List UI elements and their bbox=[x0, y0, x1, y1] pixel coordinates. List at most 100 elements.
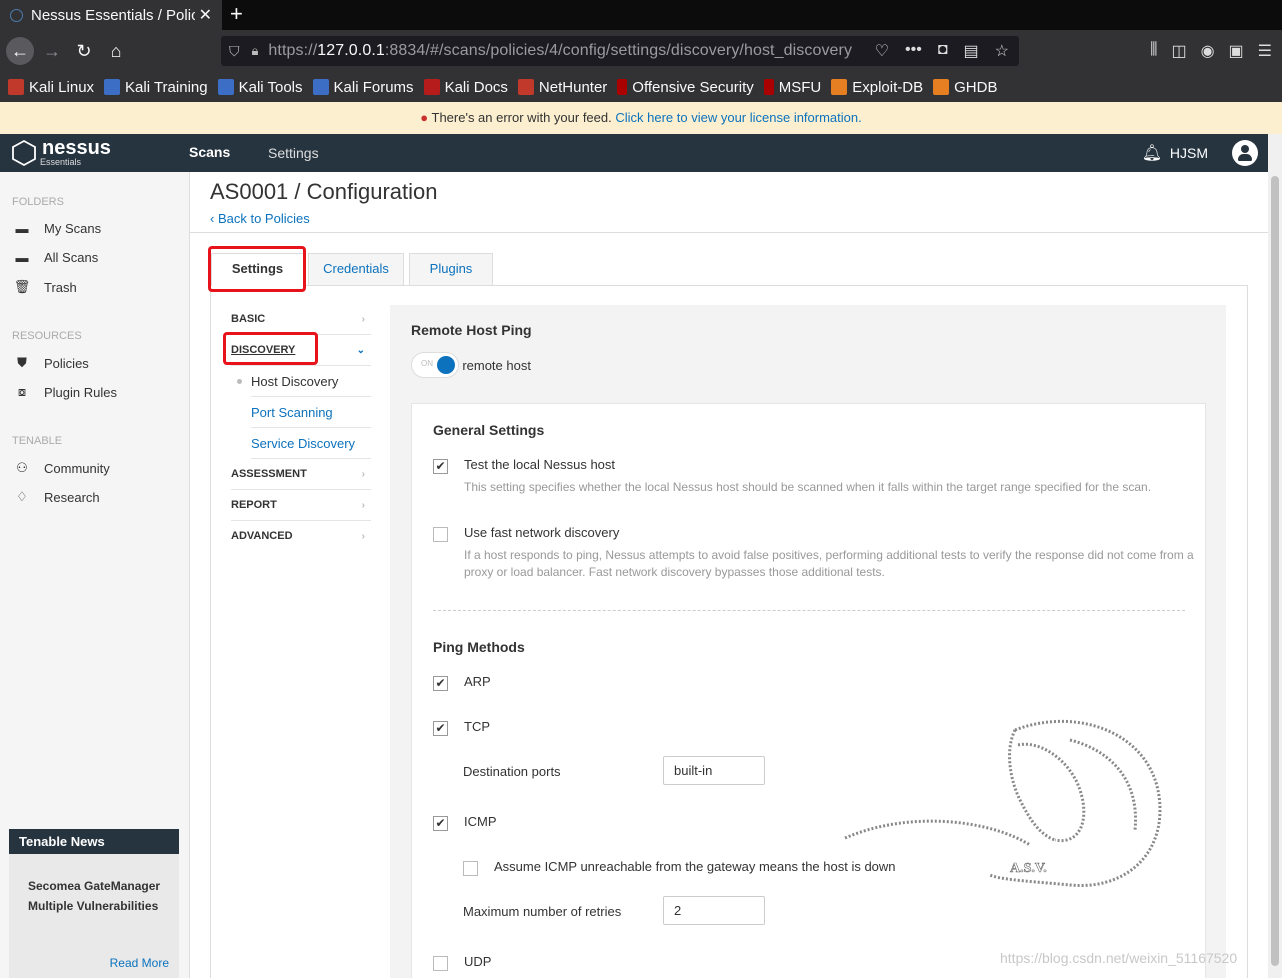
sidebar-item-community[interactable]: ⚇ Community bbox=[12, 460, 110, 476]
menu-service-discovery[interactable]: Service Discovery bbox=[251, 428, 371, 459]
nessus-logo[interactable]: nessus Essentials bbox=[10, 138, 111, 167]
new-tab-icon[interactable]: + bbox=[230, 0, 243, 28]
discovery-highlight bbox=[223, 332, 318, 365]
sidebar-item-my-scans[interactable]: ▬ My Scans bbox=[12, 221, 102, 236]
sidebar-item-all-scans[interactable]: ▬ All Scans bbox=[12, 250, 99, 265]
msfu-icon bbox=[763, 79, 774, 95]
destination-ports-input[interactable]: built-in bbox=[663, 756, 765, 785]
chevron-right-icon: › bbox=[361, 531, 365, 542]
page-scrollbar-thumb[interactable] bbox=[1271, 176, 1279, 966]
plugin-rules-icon: ⧇ bbox=[17, 384, 27, 399]
bookmark-offensive-security[interactable]: Offensive Security bbox=[617, 79, 754, 96]
horse-watermark-logo: A.S.V. bbox=[844, 719, 1162, 888]
tab-credentials[interactable]: Credentials bbox=[308, 253, 404, 285]
reader-view-icon[interactable]: ▤ bbox=[964, 41, 979, 61]
menu-assessment[interactable]: ASSESSMENT › bbox=[231, 459, 371, 490]
bookmark-exploit-db[interactable]: Exploit-DB bbox=[831, 79, 923, 96]
menu-advanced[interactable]: ADVANCED › bbox=[231, 521, 371, 552]
browser-tab[interactable]: Nessus Essentials / Polic ✕ bbox=[0, 0, 222, 30]
remote-host-ping-title: Remote Host Ping bbox=[411, 322, 532, 338]
tcp-checkbox[interactable]: ✔ bbox=[433, 721, 448, 736]
browser-tab-strip: Nessus Essentials / Polic ✕ + bbox=[0, 0, 1282, 30]
policy-shield-icon: ⛊ bbox=[17, 355, 27, 370]
username[interactable]: HJSM bbox=[1170, 145, 1208, 161]
bookmark-ghdb[interactable]: GHDB bbox=[933, 79, 997, 96]
nav-scans[interactable]: Scans bbox=[189, 144, 230, 160]
news-headline[interactable]: Secomea GateManager Multiple Vulnerabili… bbox=[9, 854, 179, 916]
bookmark-nethunter[interactable]: NetHunter bbox=[517, 79, 607, 96]
bookmarks-bar: Kali Linux Kali Training Kali Tools Kali… bbox=[0, 72, 1282, 102]
translate-icon[interactable]: ▣ bbox=[1229, 41, 1244, 61]
chevron-right-icon: › bbox=[361, 314, 365, 325]
menu-host-discovery[interactable]: Host Discovery bbox=[237, 366, 371, 397]
tenable-heading: TENABLE bbox=[12, 435, 63, 447]
menu-report[interactable]: REPORT › bbox=[231, 490, 371, 521]
left-sidebar: FOLDERS ▬ My Scans ▬ All Scans 🗑︎ Trash RES… bbox=[0, 172, 190, 978]
sidebar-item-research[interactable]: ♢ Research bbox=[12, 489, 99, 505]
reload-icon[interactable]: ↻ bbox=[72, 39, 96, 63]
sidebar-item-trash[interactable]: 🗑︎ Trash bbox=[12, 279, 77, 295]
bookmark-kali-tools[interactable]: Kali Tools bbox=[217, 79, 303, 96]
sidebar-item-policies[interactable]: ⛊ Policies bbox=[12, 355, 89, 371]
bookmark-kali-docs[interactable]: Kali Docs bbox=[423, 79, 508, 96]
kali-tools-icon bbox=[217, 79, 234, 95]
arp-checkbox[interactable]: ✔ bbox=[433, 676, 448, 691]
toggle-knob bbox=[437, 356, 455, 374]
sidebar-item-plugin-rules[interactable]: ⧇ Plugin Rules bbox=[12, 384, 117, 400]
community-icon: ⚇ bbox=[16, 460, 28, 475]
lightbulb-icon[interactable]: ♡ bbox=[875, 41, 889, 61]
home-icon[interactable]: ⌂ bbox=[104, 39, 128, 63]
section-divider bbox=[433, 610, 1185, 611]
sidebar-toggle-icon[interactable]: ◫ bbox=[1171, 41, 1186, 61]
read-more-link[interactable]: Read More bbox=[110, 956, 169, 970]
lock-warning-icon[interactable]: 🔒︎ bbox=[252, 43, 259, 59]
tcp-label: TCP bbox=[464, 719, 490, 734]
exploit-db-icon bbox=[831, 79, 848, 95]
folder-icon: ▬ bbox=[15, 221, 29, 236]
bell-icon[interactable]: 🔔︎ bbox=[1142, 143, 1162, 163]
icmp-checkbox[interactable]: ✔ bbox=[433, 816, 448, 831]
general-settings-title: General Settings bbox=[433, 422, 545, 438]
icmp-unreachable-checkbox[interactable] bbox=[463, 861, 478, 876]
bookmark-kali-training[interactable]: Kali Training bbox=[104, 79, 208, 96]
bookmark-msfu[interactable]: MSFU bbox=[763, 79, 821, 96]
page-title: AS0001 / Configuration bbox=[210, 179, 438, 204]
library-icon[interactable]: ⫼ bbox=[1150, 41, 1157, 61]
forward-arrow-icon[interactable]: → bbox=[40, 39, 64, 63]
tab-plugins[interactable]: Plugins bbox=[409, 253, 493, 285]
url-text[interactable]: https://127.0.0.1:8834/#/scans/policies/… bbox=[268, 42, 852, 60]
nessus-hexagon-icon bbox=[12, 139, 36, 167]
tenable-news-widget: Tenable News Secomea GateManager Multipl… bbox=[9, 829, 179, 978]
browser-tab-title: Nessus Essentials / Polic bbox=[31, 6, 195, 24]
menu-basic[interactable]: BASIC › bbox=[231, 304, 371, 335]
account-icon[interactable]: ◉ bbox=[1201, 41, 1215, 61]
icmp-label: ICMP bbox=[464, 814, 497, 829]
trash-icon: 🗑︎ bbox=[13, 279, 31, 294]
offsec-icon bbox=[617, 79, 628, 95]
test-local-label: Test the local Nessus host bbox=[464, 457, 616, 472]
pocket-icon[interactable]: ◘ bbox=[938, 41, 948, 61]
ping-remote-host-toggle[interactable]: ON bbox=[411, 352, 459, 378]
test-local-checkbox[interactable]: ✔ bbox=[433, 459, 448, 474]
user-avatar-icon[interactable] bbox=[1232, 140, 1258, 166]
kali-icon bbox=[8, 79, 24, 95]
max-retries-input[interactable]: 2 bbox=[663, 896, 765, 925]
test-local-help: This setting specifies whether the local… bbox=[464, 480, 1152, 494]
udp-checkbox[interactable] bbox=[433, 956, 448, 971]
back-to-policies-link[interactable]: ‹ Back to Policies bbox=[210, 211, 310, 226]
url-bar[interactable]: ⛉ 🔒︎ https://127.0.0.1:8834/#/scans/poli… bbox=[221, 36, 1019, 66]
fast-discovery-checkbox[interactable] bbox=[433, 527, 448, 542]
close-tab-icon[interactable]: ✕ bbox=[199, 5, 212, 25]
menu-icon[interactable]: ☰ bbox=[1258, 41, 1272, 61]
bookmark-kali-linux[interactable]: Kali Linux bbox=[8, 79, 94, 96]
folders-heading: FOLDERS bbox=[12, 196, 64, 208]
page-actions-icon[interactable]: ••• bbox=[905, 41, 922, 61]
bookmark-kali-forums[interactable]: Kali Forums bbox=[312, 79, 414, 96]
bookmark-star-icon[interactable]: ☆ bbox=[995, 41, 1009, 61]
folder-icon: ▬ bbox=[15, 250, 29, 265]
menu-port-scanning[interactable]: Port Scanning bbox=[251, 397, 371, 428]
nav-settings[interactable]: Settings bbox=[268, 145, 319, 161]
license-info-link[interactable]: Click here to view your license informat… bbox=[615, 110, 861, 125]
tracking-shield-icon[interactable]: ⛉ bbox=[229, 43, 240, 60]
back-arrow-icon[interactable]: ← bbox=[6, 37, 34, 65]
